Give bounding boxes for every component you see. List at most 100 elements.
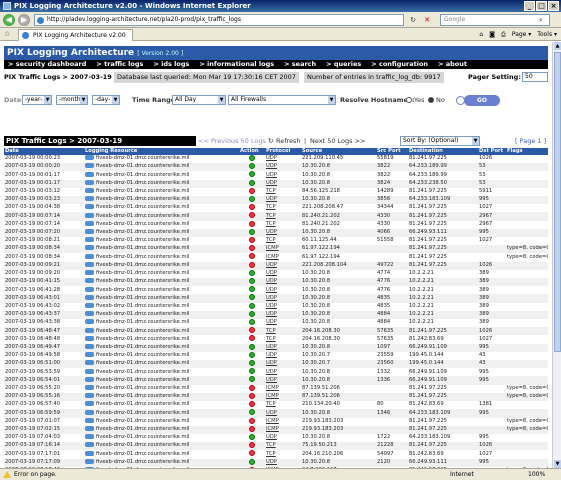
favorites-star-icon[interactable]: ☆ (2, 29, 12, 39)
cell-protocol[interactable]: ICMP (265, 392, 301, 402)
cell-logging-resource[interactable]: fivexb-dmz-01.dmz.countersrike.mil (84, 442, 239, 451)
protocol-link[interactable]: ICMP (266, 254, 279, 260)
protocol-link[interactable]: TCP (266, 213, 276, 219)
cell-logging-resource[interactable]: fivexb-dmz-01.dmz.countersrike.mil (84, 376, 239, 385)
cell-logging-resource[interactable]: fivexb-dmz-01.dmz.countersrike.mil (84, 261, 239, 270)
cell-protocol[interactable]: TCP (265, 335, 301, 344)
protocol-link[interactable]: UDP (266, 410, 277, 416)
time-range-select[interactable]: All Day ▼ (172, 95, 226, 105)
previous-logs-link[interactable]: << Previous 50 Logs (198, 137, 266, 145)
menu-informational-logs[interactable]: > informational logs (199, 60, 274, 69)
cell-logging-resource[interactable]: fivexb-dmz-01.dmz.countersrike.mil (84, 417, 239, 426)
cell-protocol[interactable]: UDP (265, 155, 301, 164)
cell-logging-resource[interactable]: fivexb-dmz-01.dmz.countersrike.mil (84, 171, 239, 180)
cell-logging-resource[interactable]: fivexb-dmz-01.dmz.countersrike.mil (84, 450, 239, 459)
minimize-button[interactable]: _ (524, 1, 535, 11)
cell-logging-resource[interactable]: fivexb-dmz-01.dmz.countersrike.mil (84, 187, 239, 197)
cell-protocol[interactable]: TCP (265, 401, 301, 410)
protocol-link[interactable]: UDP (266, 295, 277, 301)
col-destination[interactable]: Destination (408, 148, 478, 155)
cell-logging-resource[interactable]: fivexb-dmz-01.dmz.countersrike.mil (84, 433, 239, 443)
cell-protocol[interactable]: UDP (265, 228, 301, 238)
cell-logging-resource[interactable]: fivexb-dmz-01.dmz.countersrike.mil (84, 294, 239, 303)
cell-logging-resource[interactable]: fivexb-dmz-01.dmz.countersrike.mil (84, 401, 239, 410)
tools-menu[interactable]: Tools ▾ (537, 30, 557, 40)
back-icon[interactable]: ◀ (3, 14, 15, 26)
day-select[interactable]: -day- ▼ (92, 95, 120, 105)
cell-protocol[interactable]: UDP (265, 179, 301, 188)
cell-protocol[interactable]: UDP (265, 310, 301, 320)
cell-logging-resource[interactable]: fivexb-dmz-01.dmz.countersrike.mil (84, 425, 239, 434)
cell-logging-resource[interactable]: fivexb-dmz-01.dmz.countersrike.mil (84, 335, 239, 344)
maximize-button[interactable]: □ (536, 1, 547, 11)
print-icon[interactable]: ⎙ (501, 30, 506, 40)
cell-logging-resource[interactable]: fivexb-dmz-01.dmz.countersrike.mil (84, 204, 239, 213)
cell-logging-resource[interactable]: fivexb-dmz-01.dmz.countersrike.mil (84, 327, 239, 336)
scroll-down-icon[interactable]: ▼ (554, 460, 561, 468)
cell-protocol[interactable]: UDP (265, 368, 301, 377)
status-text[interactable]: Error on page. (14, 469, 57, 480)
cell-protocol[interactable]: TCP (265, 212, 301, 221)
protocol-link[interactable]: UDP (266, 352, 277, 358)
cell-protocol[interactable]: UDP (265, 458, 301, 467)
protocol-link[interactable]: TCP (266, 204, 276, 210)
menu-ids-logs[interactable]: > ids logs (153, 60, 189, 69)
cell-protocol[interactable]: UDP (265, 294, 301, 303)
cell-protocol[interactable]: UDP (265, 302, 301, 311)
cell-protocol[interactable]: TCP (265, 442, 301, 451)
pager-select[interactable]: 50 (522, 72, 548, 82)
url-input[interactable]: http://pladev.logging-architecture.net/p… (34, 14, 404, 26)
cell-logging-resource[interactable]: fivexb-dmz-01.dmz.countersrike.mil (84, 343, 239, 352)
cell-protocol[interactable]: UDP (265, 163, 301, 172)
cell-protocol[interactable]: UDP (265, 278, 301, 287)
cell-logging-resource[interactable]: fivexb-dmz-01.dmz.countersrike.mil (84, 368, 239, 377)
protocol-link[interactable]: UDP (266, 196, 277, 202)
protocol-link[interactable]: UDP (266, 360, 277, 366)
cell-logging-resource[interactable]: fivexb-dmz-01.dmz.countersrike.mil (84, 360, 239, 369)
col-date[interactable]: Date (4, 148, 84, 155)
col-source[interactable]: Source (301, 148, 376, 155)
cell-protocol[interactable]: UDP (265, 261, 301, 270)
cell-protocol[interactable]: UDP (265, 376, 301, 385)
cell-logging-resource[interactable]: fivexb-dmz-01.dmz.countersrike.mil (84, 384, 239, 393)
home-icon[interactable]: ⌂ (479, 30, 483, 40)
cell-protocol[interactable]: UDP (265, 319, 301, 328)
cell-protocol[interactable]: ICMP (265, 417, 301, 426)
cell-protocol[interactable]: TCP (265, 204, 301, 213)
cell-logging-resource[interactable]: fivexb-dmz-01.dmz.countersrike.mil (84, 278, 239, 287)
protocol-link[interactable]: ICMP (266, 385, 279, 391)
menu-traffic-logs[interactable]: > traffic logs (96, 60, 143, 69)
cell-logging-resource[interactable]: fivexb-dmz-01.dmz.countersrike.mil (84, 458, 239, 467)
stop-icon[interactable]: ✕ (422, 15, 432, 25)
cell-protocol[interactable]: TCP (265, 187, 301, 197)
sort-select[interactable]: Sort By: (Optional) ▼ (400, 136, 480, 146)
col-action[interactable]: Action (239, 148, 265, 155)
cell-logging-resource[interactable]: fivexb-dmz-01.dmz.countersrike.mil (84, 196, 239, 205)
refresh-link-icon[interactable]: ↻ (268, 137, 273, 145)
protocol-link[interactable]: UDP (266, 163, 277, 169)
cell-logging-resource[interactable]: fivexb-dmz-01.dmz.countersrike.mil (84, 245, 239, 254)
menu-search[interactable]: > search (284, 60, 316, 69)
cell-protocol[interactable]: TCP (265, 220, 301, 229)
protocol-link[interactable]: UDP (266, 319, 277, 325)
cell-protocol[interactable]: UDP (265, 343, 301, 352)
protocol-link[interactable]: UDP (266, 459, 277, 465)
protocol-link[interactable]: UDP (266, 155, 277, 161)
cell-logging-resource[interactable]: fivexb-dmz-01.dmz.countersrike.mil (84, 179, 239, 188)
protocol-link[interactable]: TCP (266, 336, 276, 342)
cell-logging-resource[interactable]: fivexb-dmz-01.dmz.countersrike.mil (84, 409, 239, 418)
protocol-link[interactable]: UDP (266, 262, 277, 268)
close-button[interactable]: × (548, 1, 559, 11)
menu-about[interactable]: > about (438, 60, 467, 69)
firewall-select[interactable]: All Firewalls ▼ (228, 95, 336, 105)
refresh-link[interactable]: Refresh (276, 137, 301, 145)
col-dst-port[interactable]: Dst Port (478, 148, 506, 155)
cell-logging-resource[interactable]: fivexb-dmz-01.dmz.countersrike.mil (84, 220, 239, 229)
cell-protocol[interactable]: UDP (265, 360, 301, 369)
cell-protocol[interactable]: ICMP (265, 253, 301, 262)
cell-logging-resource[interactable]: fivexb-dmz-01.dmz.countersrike.mil (84, 351, 239, 361)
protocol-link[interactable]: UDP (266, 311, 277, 317)
cell-logging-resource[interactable]: fivexb-dmz-01.dmz.countersrike.mil (84, 310, 239, 320)
cell-protocol[interactable]: ICMP (265, 245, 301, 254)
tab-active[interactable]: PIX Logging Architecture v2.00 (18, 29, 133, 41)
